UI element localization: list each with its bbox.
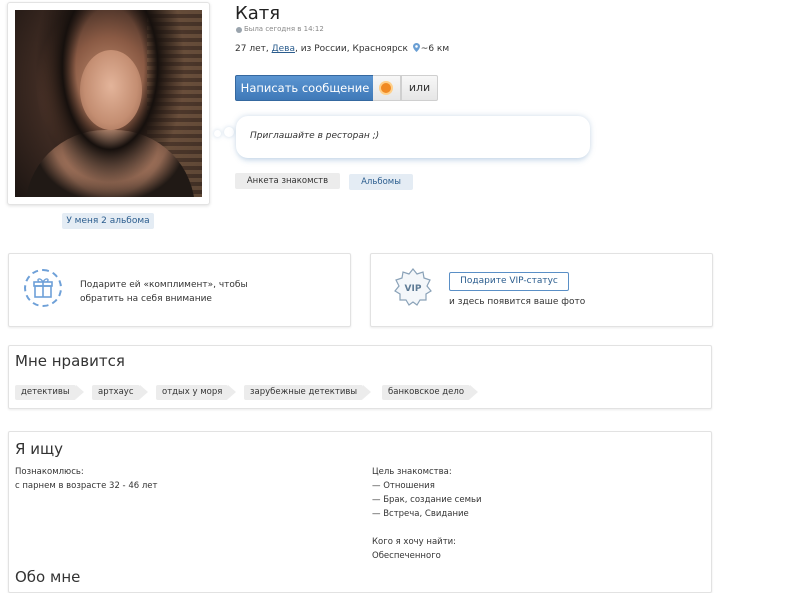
interest-tag[interactable]: банковское дело	[382, 385, 479, 400]
meet-value: с парнем в возрасте 32 - 46 лет	[15, 481, 158, 491]
sun-icon	[381, 83, 391, 93]
send-gift-button[interactable]	[373, 75, 401, 101]
compliment-line-1: Подарите ей «комплимент», чтобы	[80, 280, 248, 290]
location-pin-icon	[412, 43, 420, 52]
profile-photo[interactable]	[15, 10, 202, 197]
albums-count-link[interactable]: У меня 2 альбома	[62, 213, 154, 229]
purpose-item: — Отношения	[372, 481, 435, 491]
gift-box-icon	[33, 278, 53, 298]
purpose-label: Цель знакомства:	[372, 467, 452, 477]
tab-albums[interactable]: Альбомы	[349, 174, 413, 190]
interest-tag[interactable]: детективы	[15, 385, 84, 400]
tab-profile[interactable]: Анкета знакомств	[235, 173, 340, 189]
profile-location: , из России, Красноярск	[294, 44, 408, 54]
vip-badge-text: VIP	[405, 284, 422, 294]
gift-vip-button[interactable]: Подарите VIP-статус	[449, 272, 569, 291]
zodiac-link[interactable]: Дева	[272, 44, 295, 54]
likes-title: Мне нравится	[15, 352, 125, 370]
seeking-title: Я ищу	[15, 440, 63, 458]
profile-age: 27 лет,	[235, 44, 269, 54]
bubble-tail	[214, 130, 221, 137]
gift-icon[interactable]	[24, 269, 62, 307]
interest-tag[interactable]: зарубежные детективы	[244, 385, 372, 400]
photo-face	[80, 50, 142, 130]
compliment-text: Подарите ей «комплимент», чтобы обратить…	[80, 278, 280, 306]
about-title: Обо мне	[15, 568, 81, 586]
purpose-item: — Встреча, Свидание	[372, 509, 469, 519]
vip-badge-icon: VIP	[394, 268, 432, 306]
interest-tag[interactable]: отдых у моря	[156, 385, 237, 400]
status-bubble-text: Приглашайте в ресторан ;)	[250, 131, 380, 141]
or-button[interactable]: или	[401, 75, 438, 101]
bubble-tail	[224, 127, 234, 137]
purpose-info: Цель знакомства: — Отношения — Брак, соз…	[372, 465, 482, 563]
last-seen-status: Была сегодня в 14:12	[244, 25, 324, 33]
profile-name: Катя	[235, 3, 281, 24]
meet-info: Познакомлюсь: с парнем в возрасте 32 - 4…	[15, 465, 157, 493]
profile-photo-card[interactable]	[7, 2, 210, 205]
profile-distance: ~6 км	[420, 44, 450, 54]
interest-tag[interactable]: артхаус	[92, 385, 147, 400]
find-value: Обеспеченного	[372, 551, 441, 561]
find-label: Кого я хочу найти:	[372, 537, 457, 547]
purpose-item: — Брак, создание семьи	[372, 495, 482, 505]
seeking-card	[8, 431, 712, 593]
profile-details: 27 лет, Дева, из России, Красноярск ~6 к…	[235, 43, 449, 54]
send-message-button[interactable]: Написать сообщение	[235, 75, 375, 101]
vip-subtext: и здесь появится ваше фото	[449, 297, 586, 307]
online-status-dot	[236, 27, 242, 33]
compliment-line-2: обратить на себя внимание	[80, 294, 212, 304]
meet-label: Познакомлюсь:	[15, 467, 84, 477]
